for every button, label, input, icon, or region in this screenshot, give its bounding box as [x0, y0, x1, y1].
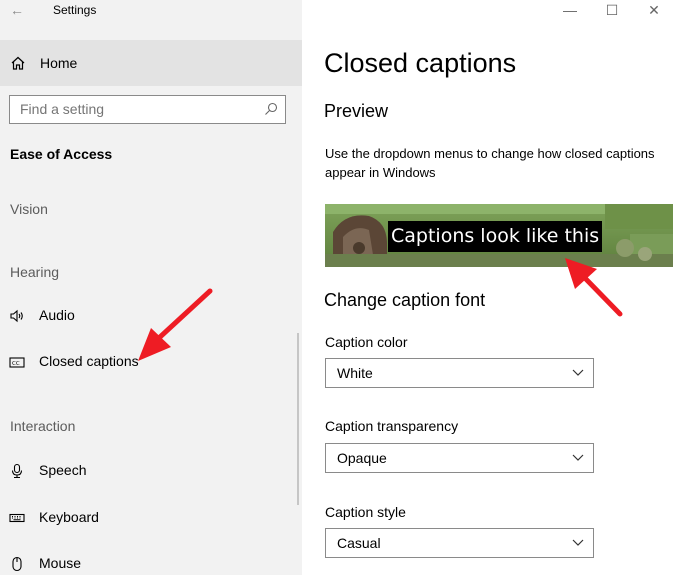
sidebar-item-mouse[interactable]: Mouse [0, 546, 296, 575]
svg-text:CC: CC [12, 361, 20, 367]
speaker-icon [10, 309, 23, 323]
caption-style-label: Caption style [325, 504, 406, 520]
closed-captions-icon: CC [9, 357, 25, 368]
keyboard-icon [9, 513, 25, 523]
window-controls: — ☐ ✕ [560, 0, 680, 24]
chevron-down-icon [572, 539, 584, 546]
group-label-vision: Vision [10, 201, 48, 217]
sidebar-item-keyboard[interactable]: Keyboard [0, 500, 296, 536]
home-label: Home [40, 55, 78, 71]
group-label-interaction: Interaction [10, 418, 76, 434]
caption-color-dropdown[interactable]: White [325, 358, 594, 388]
title-bar: ← Settings [0, 0, 302, 24]
search-input[interactable] [20, 101, 250, 117]
search-icon[interactable] [264, 102, 278, 116]
annotation-arrow-icon [138, 288, 213, 361]
app-title: Settings [53, 3, 97, 17]
maximize-icon[interactable]: ☐ [602, 2, 622, 19]
font-section-heading: Change caption font [324, 290, 486, 310]
chevron-down-icon [572, 369, 584, 376]
caption-transparency-label: Caption transparency [325, 418, 459, 434]
annotation-arrow-icon [565, 258, 623, 317]
caption-sample-text: Captions look like this [388, 221, 603, 252]
group-label-hearing: Hearing [10, 264, 60, 280]
caption-color-label: Caption color [325, 334, 408, 350]
caption-style-dropdown[interactable]: Casual [325, 528, 594, 558]
chevron-down-icon [572, 454, 584, 461]
home-icon [11, 56, 25, 70]
microphone-icon [11, 463, 23, 479]
section-heading: Ease of Access [10, 146, 113, 162]
close-icon[interactable]: ✕ [644, 2, 664, 19]
search-box[interactable] [9, 95, 286, 124]
caption-color-value: White [337, 365, 373, 381]
caption-transparency-value: Opaque [337, 450, 387, 466]
sidebar-item-label: Keyboard [39, 509, 99, 525]
preview-heading: Preview [324, 101, 389, 121]
page-title: Closed captions [324, 48, 517, 78]
sidebar-item-label: Audio [39, 307, 75, 323]
caption-transparency-dropdown[interactable]: Opaque [325, 443, 594, 473]
sidebar-item-label: Speech [39, 462, 87, 478]
mouse-icon [12, 556, 22, 572]
sidebar-item-speech[interactable]: Speech [0, 453, 296, 489]
sidebar-scrollbar[interactable] [297, 333, 299, 505]
preview-description: Use the dropdown menus to change how clo… [325, 146, 655, 180]
caption-style-value: Casual [337, 535, 381, 551]
home-nav-item[interactable]: Home [0, 40, 302, 86]
minimize-icon[interactable]: — [560, 2, 580, 18]
sidebar-item-label: Mouse [39, 555, 82, 571]
back-arrow-icon[interactable]: ← [10, 2, 24, 18]
